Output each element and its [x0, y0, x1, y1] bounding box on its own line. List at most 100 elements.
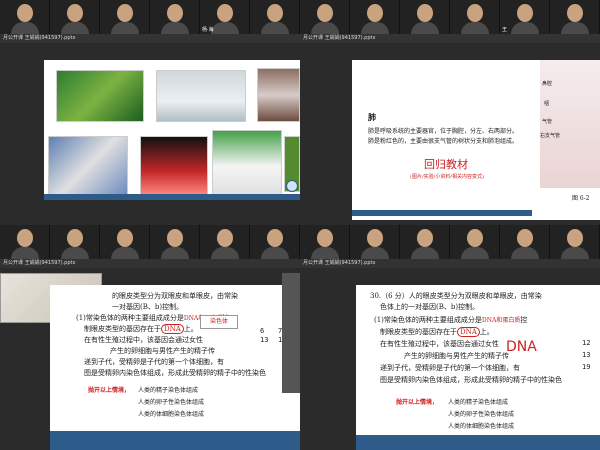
chromosome-number: 6: [260, 327, 265, 335]
participant-strip: [0, 225, 300, 259]
slide-footer-bar: [50, 431, 300, 450]
question-line: 制眼皮类型的基因存在于 DNA 上。: [84, 324, 198, 334]
file-title-bar: 月公开课 王娟娟(941597).pptx: [300, 34, 600, 43]
participant-head: [366, 229, 383, 247]
question-line: 在有性生殖过程中，该基因会通过女性: [84, 336, 203, 344]
sidebar-panel: [282, 273, 300, 393]
chromosome-numbers: 6 13: [260, 327, 268, 345]
participant-tile[interactable]: [350, 225, 400, 259]
participant-head: [366, 4, 383, 22]
participant-tile[interactable]: [250, 0, 300, 34]
question-line: 一对基因(B、b)控制。: [112, 303, 184, 311]
participant-head: [516, 4, 533, 22]
handwritten-annotation: DNA: [506, 339, 537, 355]
participant-strip: [300, 225, 600, 259]
participant-body: [260, 22, 289, 34]
question-text: 制眼皮类型的基因存在于: [380, 328, 457, 336]
participant-tile[interactable]: [50, 225, 100, 259]
question-text: (1)常染色体的两种主要组成成分是: [76, 314, 184, 322]
participant-tile[interactable]: [400, 0, 450, 34]
chromosome-number: 12: [582, 339, 591, 347]
participant-head: [66, 4, 83, 22]
participant-tile[interactable]: [550, 225, 600, 259]
polar-bear-image: [156, 70, 246, 122]
figure-caption: 图 6-2: [572, 195, 590, 202]
participant-body: [110, 22, 139, 34]
radish-bunch-image: [212, 130, 282, 196]
participant-tile[interactable]: [350, 0, 400, 34]
participant-head: [16, 4, 33, 22]
participant-tile[interactable]: [450, 225, 500, 259]
participant-head: [416, 4, 433, 22]
participant-tile[interactable]: [0, 225, 50, 259]
participant-tile[interactable]: [450, 0, 500, 34]
chromosome-number: 19: [582, 363, 591, 371]
badge-icon: [286, 180, 298, 192]
participant-body: [360, 247, 389, 259]
participant-tile[interactable]: 王: [500, 0, 550, 34]
slide-footer-bar: [356, 435, 600, 450]
question-text: (1)常染色体的两种主要组成成分是: [374, 316, 482, 324]
diagram-label: 右支气管: [540, 133, 561, 139]
participant-body: [460, 22, 489, 34]
participant-body: [410, 22, 439, 34]
slide: [44, 60, 300, 200]
sub-question: 人类的体细胞染色体组成: [138, 411, 205, 418]
video-call-window-2: 王 月公开课 王娟娟(941597).pptx 肺 肺是呼吸系统的主要器官，位于…: [300, 0, 600, 225]
participant-head: [416, 229, 433, 247]
video-call-window-1: 杨·海 月公开课 王娟娟(941597).pptx: [0, 0, 300, 225]
participant-head: [166, 4, 183, 22]
participant-tile[interactable]: [250, 225, 300, 259]
participant-tile[interactable]: [550, 0, 600, 34]
question-line: 的眼皮类型分为双眼皮和单眼皮，由常染: [112, 292, 238, 300]
participant-head: [116, 4, 133, 22]
question-line: 制眼皮类型的基因存在于 DNA 上。: [380, 327, 494, 337]
answer-text: DNA: [161, 324, 184, 334]
participant-tile[interactable]: [300, 0, 350, 34]
sub-question: 人类的体细胞染色体组成: [448, 423, 515, 430]
annotation-popup[interactable]: 染色体: [200, 315, 238, 329]
participant-head: [316, 4, 333, 22]
participant-head: [566, 229, 583, 247]
participant-body: [10, 22, 39, 34]
participant-body: [210, 22, 239, 34]
slide-footer-bar: [352, 210, 532, 216]
participant-body: [60, 22, 89, 34]
rooster-image: [48, 136, 128, 196]
participant-head: [566, 4, 583, 22]
participant-body: [260, 247, 289, 259]
participant-body: [510, 247, 539, 259]
participant-tile[interactable]: [150, 0, 200, 34]
video-call-window-3: 月公开课 王娟娟(941597).pptx 的眼皮类型分为双眼皮和单眼皮，由常染…: [0, 225, 300, 450]
participant-tile[interactable]: [500, 225, 550, 259]
participant-tile[interactable]: [100, 225, 150, 259]
participant-head: [66, 229, 83, 247]
participant-tile[interactable]: [150, 225, 200, 259]
participant-head: [216, 229, 233, 247]
video-call-window-4: 月公开课 王娟娟(941597).pptx 30.（6 分）人的眼皮类型分为双眼…: [300, 225, 600, 450]
question-line: 图是受精卵内染色体组成，形成此受精卵的精子中的性染色: [380, 376, 562, 384]
participant-head: [16, 229, 33, 247]
participant-body: [410, 247, 439, 259]
participant-tile[interactable]: [100, 0, 150, 34]
participant-body: [110, 247, 139, 259]
question-line: 图是受精卵内染色体组成，形成此受精卵的精子中的性染色: [84, 369, 266, 377]
diagram-label: 鼻腔: [542, 81, 553, 87]
participant-tile[interactable]: [50, 0, 100, 34]
chromosome-number: 13: [582, 351, 591, 359]
prompt-label: 抛开以上情境，: [396, 399, 439, 406]
participant-tile[interactable]: 杨·海: [200, 0, 250, 34]
radish-image: [140, 136, 208, 196]
slide: 30.（6 分）人的眼皮类型分为双眼皮和单眼皮，由常染 色体上的一对基因(B、b…: [356, 285, 600, 450]
diagram-label: 咽: [544, 101, 550, 107]
chromosome-number: 13: [260, 336, 269, 344]
question-line: 产生的卵细胞与男性产生的精子传: [110, 347, 215, 355]
participant-tile[interactable]: [0, 0, 50, 34]
participant-tile[interactable]: [300, 225, 350, 259]
participant-head: [466, 4, 483, 22]
slide: 肺 肺是呼吸系统的主要器官，位于胸腔，分左、右两部分。 肺是粉红色的，主要由很支…: [352, 60, 600, 220]
participant-tile[interactable]: [200, 225, 250, 259]
participant-tile[interactable]: [400, 225, 450, 259]
participant-body: [60, 247, 89, 259]
participant-body: [560, 22, 589, 34]
